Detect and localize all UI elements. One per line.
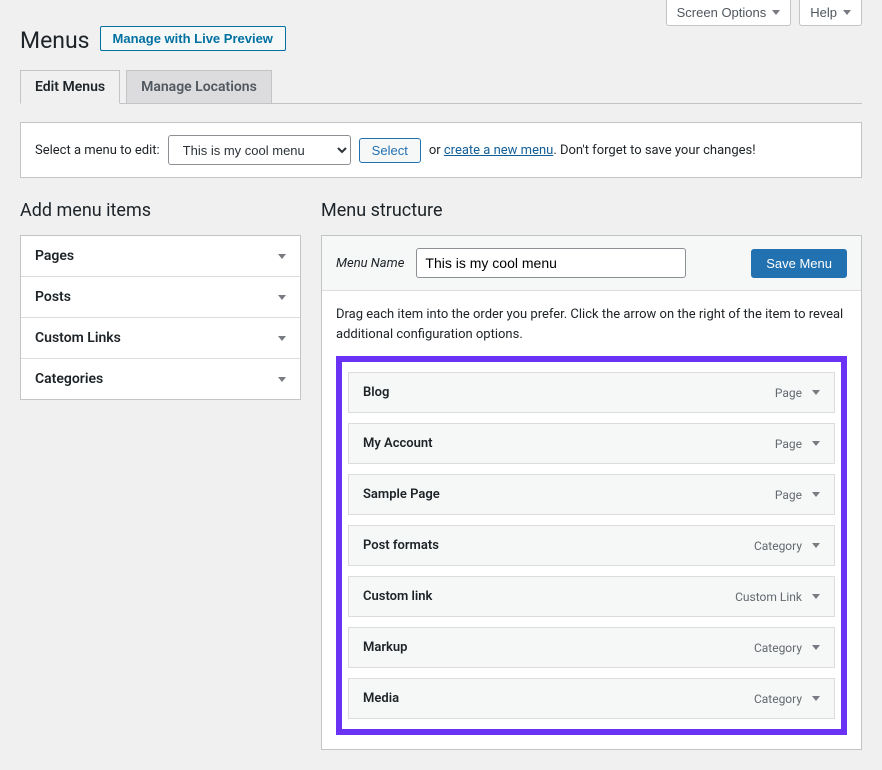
menu-item[interactable]: Custom linkCustom Link xyxy=(348,576,835,617)
menu-item-title: My Account xyxy=(363,436,775,451)
chevron-down-icon xyxy=(812,594,820,599)
menu-item-type: Category xyxy=(754,641,802,655)
menu-item[interactable]: Post formatsCategory xyxy=(348,525,835,566)
select-menu-label: Select a menu to edit: xyxy=(35,143,160,158)
menu-item-type: Page xyxy=(775,386,802,400)
add-items-accordion: Pages Posts Custom Links Categories xyxy=(20,235,301,400)
menu-item-type: Category xyxy=(754,539,802,553)
accordion-label: Pages xyxy=(35,248,74,264)
menu-name-input[interactable] xyxy=(416,248,686,278)
highlighted-menu-items: BlogPageMy AccountPageSample PagePagePos… xyxy=(336,356,847,735)
menu-item-title: Blog xyxy=(363,385,775,400)
menu-item[interactable]: Sample PagePage xyxy=(348,474,835,515)
add-items-heading: Add menu items xyxy=(20,200,301,221)
save-menu-button[interactable]: Save Menu xyxy=(751,249,847,278)
chevron-down-icon xyxy=(278,336,286,341)
remainder-text: . Don't forget to save your changes! xyxy=(553,143,755,158)
page-title: Menus xyxy=(20,18,90,58)
instructions-text: Drag each item into the order you prefer… xyxy=(336,305,847,344)
accordion-section[interactable]: Categories xyxy=(21,359,300,399)
menu-header: Menu Name Save Menu xyxy=(322,236,861,291)
help-label: Help xyxy=(810,5,837,20)
accordion-label: Categories xyxy=(35,371,103,387)
menu-item-title: Sample Page xyxy=(363,487,775,502)
accordion-section[interactable]: Custom Links xyxy=(21,318,300,359)
chevron-down-icon xyxy=(812,696,820,701)
screen-options-label: Screen Options xyxy=(677,5,767,20)
accordion-section[interactable]: Pages xyxy=(21,236,300,277)
menu-item-title: Media xyxy=(363,691,754,706)
select-button[interactable]: Select xyxy=(359,138,421,163)
menu-name-label: Menu Name xyxy=(336,256,404,271)
menu-select[interactable]: This is my cool menu xyxy=(168,135,351,165)
chevron-down-icon xyxy=(812,543,820,548)
menu-item[interactable]: MediaCategory xyxy=(348,678,835,719)
menu-item-type: Page xyxy=(775,488,802,502)
manage-menus-bar: Select a menu to edit: This is my cool m… xyxy=(20,122,862,178)
chevron-down-icon xyxy=(812,492,820,497)
tab-edit-menus[interactable]: Edit Menus xyxy=(20,70,120,104)
tabs: Edit Menus Manage Locations xyxy=(20,70,862,104)
chevron-down-icon xyxy=(812,441,820,446)
menu-item[interactable]: MarkupCategory xyxy=(348,627,835,668)
create-menu-link[interactable]: create a new menu xyxy=(444,143,553,158)
chevron-down-icon xyxy=(843,10,851,15)
chevron-down-icon xyxy=(772,10,780,15)
chevron-down-icon xyxy=(278,254,286,259)
accordion-section[interactable]: Posts xyxy=(21,277,300,318)
live-preview-button[interactable]: Manage with Live Preview xyxy=(100,26,286,51)
menu-item-type: Category xyxy=(754,692,802,706)
menu-editor: Menu Name Save Menu Drag each item into … xyxy=(321,235,862,750)
menu-item-type: Custom Link xyxy=(735,590,802,604)
menu-item[interactable]: BlogPage xyxy=(348,372,835,413)
chevron-down-icon xyxy=(278,295,286,300)
screen-options-button[interactable]: Screen Options xyxy=(666,0,792,26)
chevron-down-icon xyxy=(812,645,820,650)
or-text: or xyxy=(429,143,441,158)
structure-heading: Menu structure xyxy=(321,200,862,221)
accordion-label: Custom Links xyxy=(35,330,121,346)
menu-item-title: Markup xyxy=(363,640,754,655)
accordion-label: Posts xyxy=(35,289,71,305)
menu-item-title: Post formats xyxy=(363,538,754,553)
help-button[interactable]: Help xyxy=(799,0,862,26)
tab-manage-locations[interactable]: Manage Locations xyxy=(126,70,272,103)
menu-item[interactable]: My AccountPage xyxy=(348,423,835,464)
chevron-down-icon xyxy=(278,377,286,382)
menu-item-type: Page xyxy=(775,437,802,451)
menu-item-title: Custom link xyxy=(363,589,735,604)
chevron-down-icon xyxy=(812,390,820,395)
